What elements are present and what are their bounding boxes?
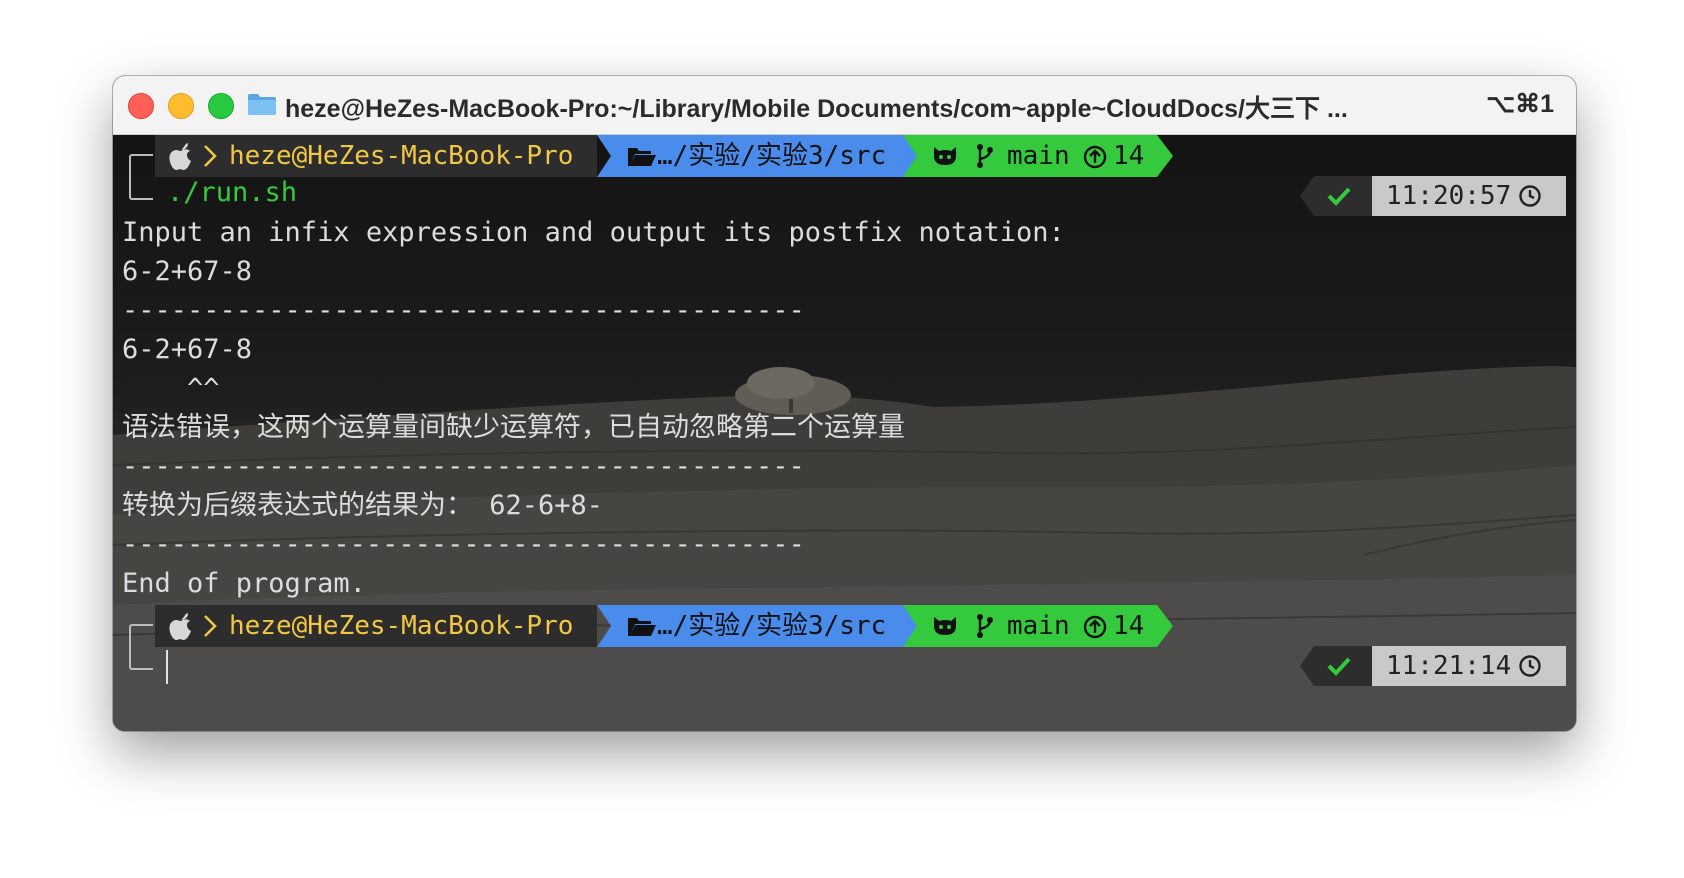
text-cursor[interactable] <box>166 650 168 684</box>
prompt-branch: main <box>1007 141 1070 171</box>
git-branch-icon <box>977 144 993 168</box>
output-line: Input an infix expression and output its… <box>122 217 1065 248</box>
output-line: ----------------------------------------… <box>122 295 805 326</box>
right-prompt-2: 11:21:14 <box>1300 646 1566 686</box>
output-line: 6-2+67-8 <box>122 256 253 287</box>
prompt-git-segment: main 14 <box>903 135 1173 177</box>
prompt-user: heze@HeZes-MacBook-Pro <box>229 611 574 641</box>
right-prompt-1: 11:20:57 <box>1300 176 1566 216</box>
status-ok-segment <box>1300 176 1372 216</box>
output-line: 语法错误，这两个运算量间缺少运算符，已自动忽略第二个运算量 <box>122 412 905 443</box>
time-segment: 11:21:14 <box>1372 646 1566 686</box>
title-bar[interactable]: heze@HeZes-MacBook-Pro:~/Library/Mobile … <box>113 76 1576 135</box>
prompt-dir-segment: …/实验/实验3/src <box>597 605 919 647</box>
prompt-bracket <box>129 154 153 200</box>
check-icon <box>1327 657 1351 676</box>
output-line: ----------------------------------------… <box>122 451 805 482</box>
output-line: 转换为后缀表达式的结果为： 62-6+8- <box>122 490 604 521</box>
prompt-ahead-count: 14 <box>1113 141 1145 171</box>
folder-icon <box>248 94 276 115</box>
prompt-git-segment: main 14 <box>903 605 1173 647</box>
terminal-content[interactable]: heze@HeZes-MacBook-Pro …/实验/实验3/src main… <box>113 135 1576 731</box>
window-title: heze@HeZes-MacBook-Pro:~/Library/Mobile … <box>285 95 1348 123</box>
prompt-dir: …/实验/实验3/src <box>657 611 887 641</box>
prompt-time: 11:20:57 <box>1386 181 1512 211</box>
prompt-branch: main <box>1007 611 1070 641</box>
prompt-dir: …/实验/实验3/src <box>657 141 887 171</box>
output-line: 6-2+67-8 <box>122 334 253 365</box>
prompt-dir-segment: …/实验/实验3/src <box>597 135 919 177</box>
tree-shape <box>735 367 851 415</box>
command-text: ./run.sh <box>167 177 298 208</box>
arrow-up-circle-icon <box>1083 615 1107 639</box>
prompt-bracket <box>129 624 153 670</box>
prompt-time: 11:21:14 <box>1386 651 1512 681</box>
prompt-user: heze@HeZes-MacBook-Pro <box>229 141 574 171</box>
check-icon <box>1327 187 1351 206</box>
output-line: End of program. <box>122 568 366 599</box>
git-branch-icon <box>977 614 993 638</box>
status-ok-segment <box>1300 646 1372 686</box>
output-line: ^^ <box>122 373 220 404</box>
terminal-window: heze@HeZes-MacBook-Pro:~/Library/Mobile … <box>113 76 1576 731</box>
close-button[interactable] <box>128 93 154 119</box>
arrow-up-circle-icon <box>1083 145 1107 169</box>
prompt-ahead-count: 14 <box>1113 611 1145 641</box>
prompt-os-segment: heze@HeZes-MacBook-Pro <box>155 135 597 177</box>
github-cat-icon <box>934 147 956 165</box>
clock-icon <box>1519 655 1541 677</box>
chevron-right-icon <box>204 615 217 637</box>
minimize-button[interactable] <box>168 93 194 119</box>
apple-icon <box>169 143 191 170</box>
prompt-os-segment: heze@HeZes-MacBook-Pro <box>155 605 597 647</box>
apple-icon <box>169 613 191 640</box>
time-segment: 11:20:57 <box>1372 176 1566 216</box>
zoom-button[interactable] <box>208 93 234 119</box>
folder-open-icon <box>628 618 656 636</box>
clock-icon <box>1519 185 1541 207</box>
output-line: ----------------------------------------… <box>122 529 805 560</box>
folder-open-icon <box>628 148 656 166</box>
github-cat-icon <box>934 617 956 635</box>
window-shortcut: ⌥⌘1 <box>1486 90 1554 118</box>
chevron-right-icon <box>204 145 217 167</box>
